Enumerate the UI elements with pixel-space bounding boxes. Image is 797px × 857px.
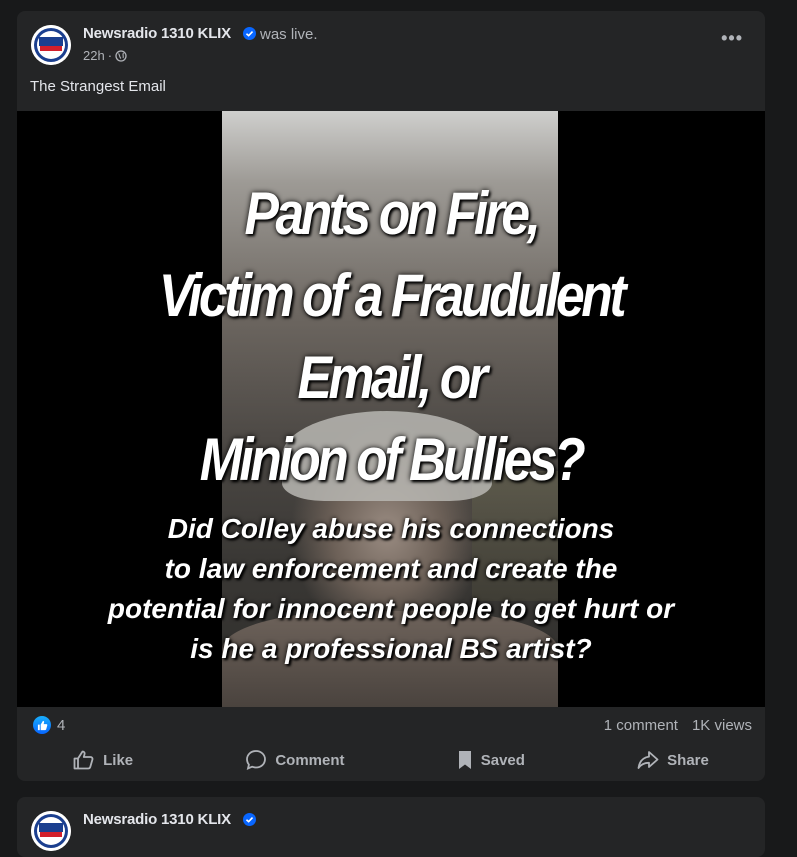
like-button[interactable]: Like <box>73 750 133 770</box>
saved-label: Saved <box>480 751 525 769</box>
reaction-count: 4 <box>57 716 66 734</box>
headline-line: Victim of a Fraudulent <box>158 262 627 329</box>
live-video-player[interactable]: Pants on Fire, Victim of a Fraudulent Em… <box>17 111 765 707</box>
view-count: 1K views <box>691 717 752 734</box>
subhead-line: potential for innocent people to get hur… <box>107 593 675 624</box>
saved-button[interactable]: Saved <box>457 750 525 770</box>
page-avatar[interactable] <box>31 25 71 65</box>
post-time[interactable]: 22h <box>83 48 105 63</box>
subhead-line: to law enforcement and create the <box>164 553 618 584</box>
headline-line: Minion of Bullies? <box>199 426 586 493</box>
more-options-icon[interactable]: ••• <box>721 29 743 47</box>
next-feed-post: Newsradio 1310 KLIX <box>17 797 765 857</box>
subhead-line: is he a professional BS artist? <box>190 633 592 664</box>
feed-post: Newsradio 1310 KLIX was live. 22h · ••• … <box>17 11 765 781</box>
page-avatar[interactable] <box>31 811 71 851</box>
comment-button[interactable]: Comment <box>245 749 345 771</box>
klix-logo <box>31 25 71 65</box>
headline-line: Pants on Fire, <box>244 180 540 247</box>
post-meta: 22h · <box>83 48 127 63</box>
verified-badge-icon <box>243 813 256 826</box>
share-label: Share <box>667 751 709 769</box>
post-caption: The Strangest Email <box>30 78 166 95</box>
share-icon <box>637 751 659 769</box>
klix-logo <box>31 811 71 851</box>
meta-separator: · <box>107 48 113 63</box>
page-name-link[interactable]: Newsradio 1310 KLIX <box>83 25 231 42</box>
live-status: was live. <box>260 26 318 43</box>
like-reaction-icon <box>33 716 51 734</box>
globe-icon[interactable] <box>115 49 127 62</box>
headline-line: Email, or <box>297 344 488 411</box>
reaction-summary[interactable]: 4 <box>33 716 65 734</box>
video-subhead: Did Colley abuse his connections to law … <box>17 509 765 669</box>
saved-bookmark-icon <box>458 751 471 769</box>
action-bar: Like Comment Saved Share <box>17 744 765 776</box>
video-headline: Pants on Fire, Victim of a Fraudulent Em… <box>69 173 712 501</box>
subhead-line: Did Colley abuse his connections <box>167 513 615 544</box>
comment-count[interactable]: 1 comment <box>604 717 678 734</box>
comment-icon <box>246 750 267 771</box>
like-icon <box>73 750 94 770</box>
like-label: Like <box>103 751 134 769</box>
comment-label: Comment <box>275 751 345 769</box>
verified-badge-icon <box>243 27 256 40</box>
share-button[interactable]: Share <box>637 750 709 770</box>
page-name-link[interactable]: Newsradio 1310 KLIX <box>83 811 231 828</box>
post-stats: 1 comment 1K views <box>604 717 752 734</box>
